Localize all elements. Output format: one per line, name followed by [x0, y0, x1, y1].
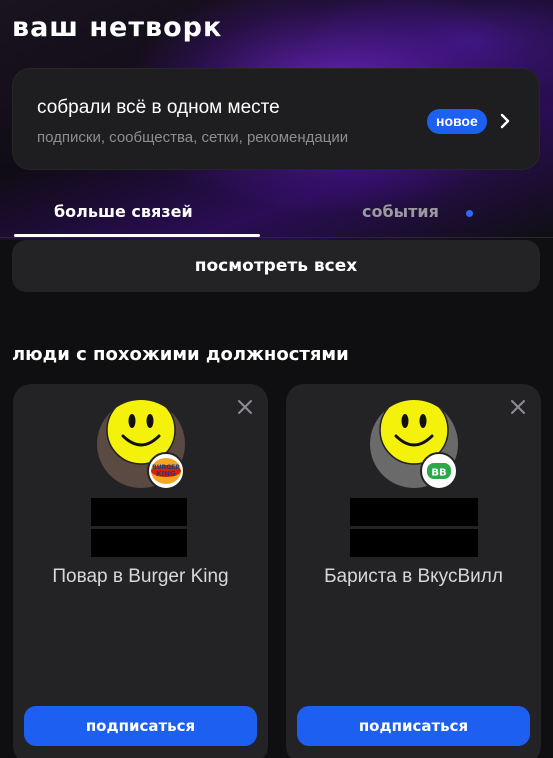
active-tab-indicator [14, 234, 260, 237]
page-title: ваш нетворк [12, 12, 223, 43]
tab-bar: больше связей события [0, 192, 553, 238]
person-role: Повар в Burger King [52, 566, 229, 587]
burger-king-logo: BURGER KING [147, 452, 185, 490]
svg-text:BB: BB [431, 468, 446, 479]
redacted-name [350, 529, 478, 557]
subscribe-button[interactable]: подписаться [297, 706, 530, 746]
subscribe-button[interactable]: подписаться [24, 706, 257, 746]
section-heading: люди с похожими должностями [12, 344, 349, 365]
person-card[interactable]: BURGER KING Повар в Burger King подписат… [13, 384, 268, 758]
redacted-name [350, 498, 478, 526]
see-all-button[interactable]: посмотреть всех [12, 240, 540, 292]
promo-subtitle: подписки, сообщества, сетки, рекомендаци… [37, 129, 349, 146]
redacted-name [91, 529, 187, 557]
promo-card[interactable]: собрали всё в одном месте подписки, сооб… [12, 68, 540, 170]
tab-events[interactable]: события [362, 202, 439, 221]
redacted-name [91, 498, 187, 526]
events-notification-dot [466, 210, 473, 217]
svg-text:KING: KING [156, 470, 176, 478]
person-role: Бариста в ВкусВилл [324, 566, 503, 587]
chevron-right-icon[interactable] [497, 109, 513, 133]
person-card[interactable]: BB Бариста в ВкусВилл подписаться [286, 384, 541, 758]
vkusvill-logo: BB [420, 452, 458, 490]
promo-title: собрали всё в одном месте [37, 97, 280, 118]
new-badge: новое [427, 109, 487, 134]
tab-more-connections[interactable]: больше связей [54, 202, 193, 221]
close-icon[interactable] [236, 398, 254, 416]
close-icon[interactable] [509, 398, 527, 416]
